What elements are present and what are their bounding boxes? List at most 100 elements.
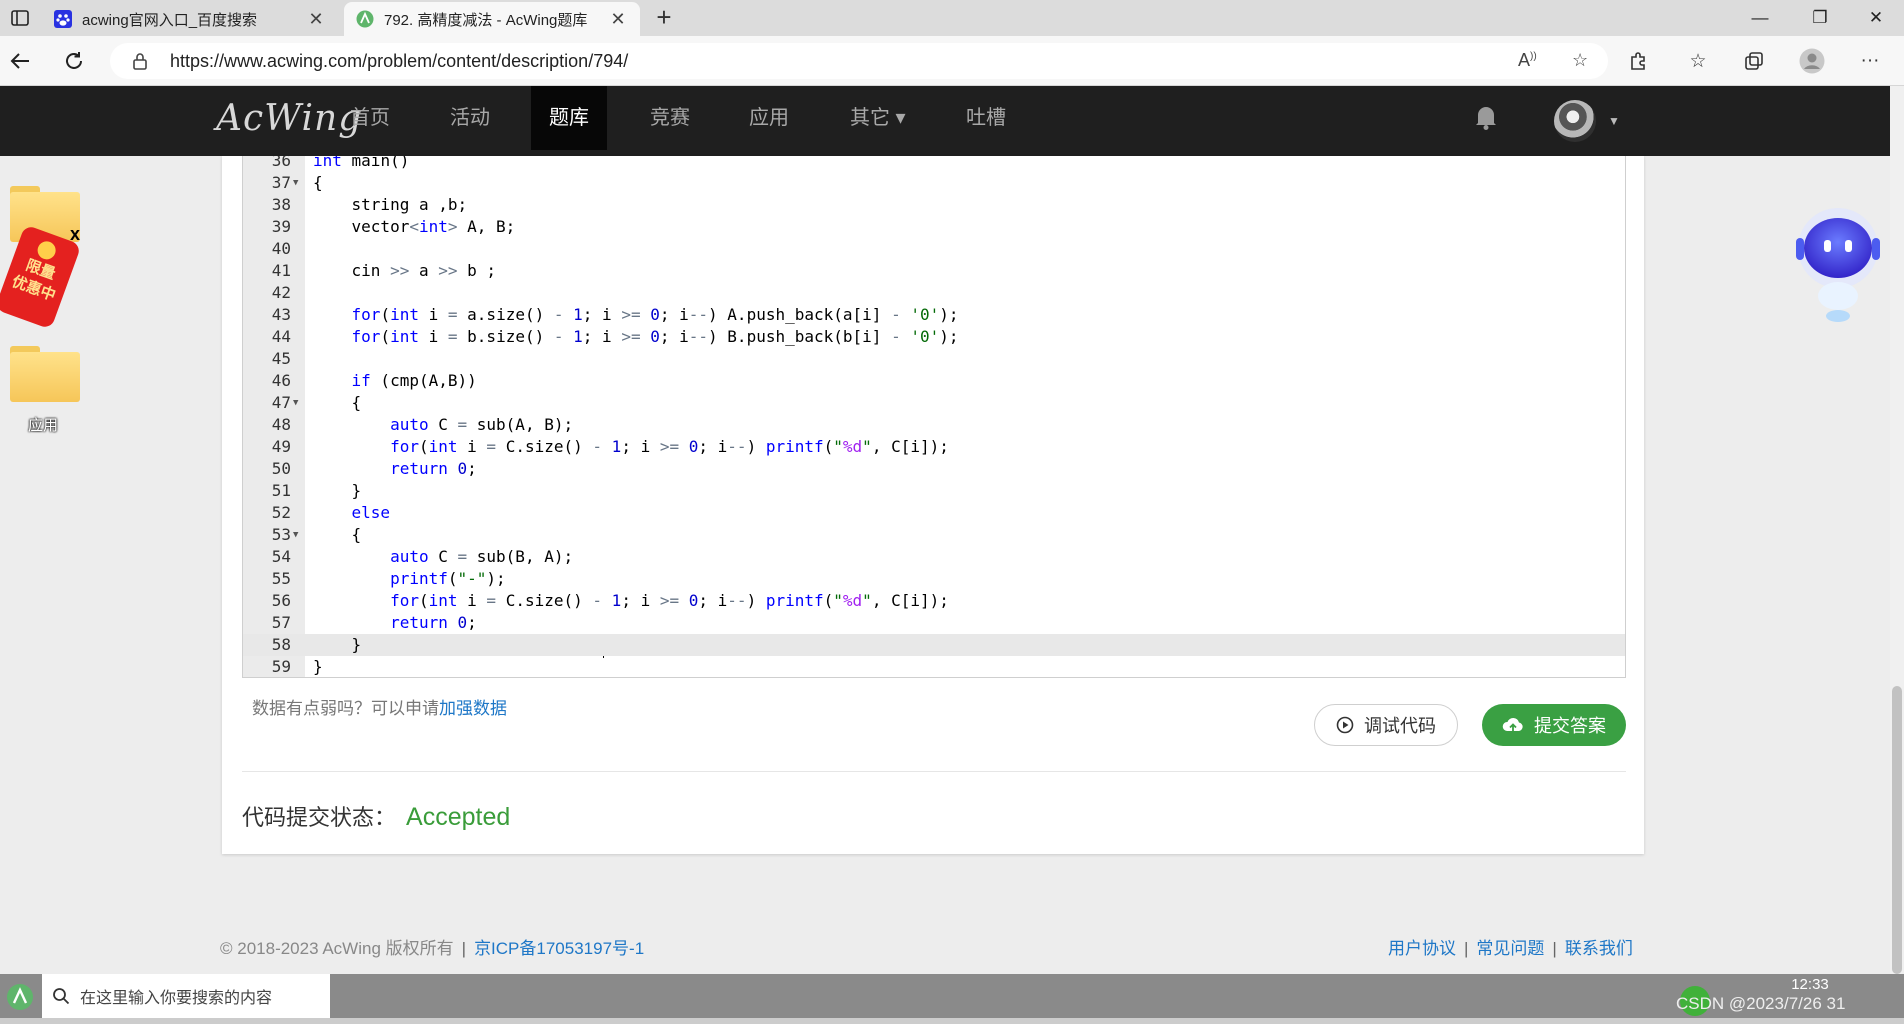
minimize-button[interactable]: —: [1730, 0, 1790, 36]
tab-close-icon[interactable]: ✕: [306, 9, 326, 30]
lock-icon[interactable]: [132, 52, 148, 75]
code-text: for(int i = a.size() - 1; i >= 0; i--) A…: [351, 305, 959, 324]
nav-item-problems[interactable]: 题库: [531, 86, 607, 150]
code-text: auto C = sub(A, B);: [390, 415, 574, 434]
code-line[interactable]: 55 printf("-");: [243, 568, 1625, 590]
nav-item-home[interactable]: 首页: [332, 86, 408, 150]
back-button[interactable]: [4, 46, 36, 76]
code-line[interactable]: 43 for(int i = a.size() - 1; i >= 0; i--…: [243, 304, 1625, 326]
line-number: 59: [271, 657, 291, 676]
add-favorite-icon[interactable]: ☆: [1572, 50, 1588, 71]
code-line[interactable]: 51 }: [243, 480, 1625, 502]
code-line[interactable]: 49 for(int i = C.size() - 1; i >= 0; i--…: [243, 436, 1625, 458]
nav-item-contests[interactable]: 竞赛: [632, 86, 708, 150]
fold-arrow-icon[interactable]: ▼: [293, 172, 298, 194]
code-line[interactable]: 57 return 0;: [243, 612, 1625, 634]
start-button[interactable]: [0, 974, 40, 1020]
taskbar-clock[interactable]: 12:33: [1760, 976, 1860, 993]
line-number: 57: [271, 613, 291, 632]
browser-tab-acwing[interactable]: 792. 高精度减法 - AcWing题库 ✕: [344, 2, 640, 36]
search-icon: [53, 988, 70, 1005]
code-line[interactable]: 52 else: [243, 502, 1625, 524]
back-arrow-icon: [10, 53, 29, 69]
scrollbar-thumb[interactable]: [1892, 686, 1902, 974]
code-line[interactable]: 48 auto C = sub(A, B);: [243, 414, 1625, 436]
code-text: }: [313, 657, 323, 676]
tab-close-icon[interactable]: ✕: [608, 9, 628, 30]
debug-code-button[interactable]: 调试代码: [1314, 704, 1458, 746]
line-number: 53: [271, 525, 291, 544]
taskbar-search-placeholder: 在这里输入你要搜索的内容: [80, 990, 273, 1007]
data-hint: 数据有点弱吗？可以申请加强数据: [252, 694, 507, 719]
code-line[interactable]: 45: [243, 348, 1625, 370]
bottom-strip: [0, 1018, 1904, 1024]
code-text: return 0;: [390, 613, 477, 632]
code-line[interactable]: 56 for(int i = C.size() - 1; i >= 0; i--…: [243, 590, 1625, 612]
user-avatar[interactable]: [1554, 100, 1596, 142]
debug-button-label: 调试代码: [1364, 716, 1436, 736]
code-line[interactable]: 40: [243, 238, 1625, 260]
new-tab-button[interactable]: +: [650, 4, 678, 32]
code-line[interactable]: 47 ▼ {: [243, 392, 1625, 414]
footer-copyright: © 2018-2023 AcWing 版权所有 | 京ICP备17053197号-1: [220, 939, 645, 958]
line-number: 41: [271, 261, 291, 280]
code-text: {: [313, 525, 362, 544]
code-line[interactable]: 36 int main(): [243, 156, 1625, 172]
code-line[interactable]: 42: [243, 282, 1625, 304]
more-menu-icon[interactable]: ···: [1856, 48, 1884, 74]
play-circle-icon: [1336, 716, 1354, 734]
read-aloud-icon[interactable]: A)): [1518, 50, 1537, 71]
submit-button-label: 提交答案: [1534, 716, 1606, 736]
code-text: {: [313, 393, 362, 412]
divider: [242, 771, 1626, 772]
favorites-icon[interactable]: ☆: [1684, 48, 1712, 74]
profile-icon[interactable]: [1798, 48, 1826, 74]
submit-answer-button[interactable]: 提交答案: [1482, 704, 1626, 746]
browser-tab-baidu[interactable]: acwing官网入口_百度搜索 ✕: [42, 2, 338, 36]
taskbar-search[interactable]: 在这里输入你要搜索的内容: [42, 974, 330, 1018]
code-line[interactable]: 41 cin >> a >> b ;: [243, 260, 1625, 282]
refresh-button[interactable]: [58, 46, 90, 76]
restore-button[interactable]: ❐: [1790, 0, 1850, 36]
desktop-folder-icon[interactable]: [10, 346, 80, 402]
strengthen-data-link[interactable]: 加强数据: [439, 699, 507, 718]
nav-item-activities[interactable]: 活动: [432, 86, 508, 150]
nav-item-apps[interactable]: 应用: [731, 86, 807, 150]
robot-assistant-icon[interactable]: [1788, 204, 1888, 344]
collections-icon[interactable]: [1740, 48, 1768, 74]
code-line[interactable]: 59}: [243, 656, 1625, 677]
line-number: 39: [271, 217, 291, 236]
code-line[interactable]: 53 ▼ {: [243, 524, 1625, 546]
caret-down-icon[interactable]: ▼: [1608, 114, 1620, 128]
url-field[interactable]: https://www.acwing.com/problem/content/d…: [110, 43, 1608, 79]
tab-actions-icon[interactable]: [6, 6, 34, 30]
user-agreement-link[interactable]: 用户协议: [1388, 939, 1456, 958]
contact-link[interactable]: 联系我们: [1565, 939, 1633, 958]
code-text: for(int i = C.size() - 1; i >= 0; i--) p…: [390, 591, 949, 610]
fold-arrow-icon[interactable]: ▼: [293, 524, 298, 546]
faq-link[interactable]: 常见问题: [1476, 939, 1544, 958]
code-line[interactable]: 38 string a ,b;: [243, 194, 1625, 216]
line-number: 38: [271, 195, 291, 214]
code-line[interactable]: 50 return 0;: [243, 458, 1625, 480]
code-line[interactable]: 54 auto C = sub(B, A);: [243, 546, 1625, 568]
code-line[interactable]: 44 for(int i = b.size() - 1; i >= 0; i--…: [243, 326, 1625, 348]
fold-arrow-icon[interactable]: ▼: [293, 392, 298, 414]
footer-links: 用户协议 | 常见问题 | 联系我们: [1388, 939, 1633, 958]
promo-close-button[interactable]: x: [70, 224, 80, 245]
site-navbar: AcWing 首页 活动 题库 竞赛 应用 其它 ▾ 吐槽 ▼: [0, 86, 1890, 156]
line-number: 37: [271, 173, 291, 192]
code-line[interactable]: 39 vector<int> A, B;: [243, 216, 1625, 238]
acwing-icon: [7, 984, 33, 1010]
code-line[interactable]: 37 ▼ {: [243, 172, 1625, 194]
bell-icon[interactable]: [1474, 104, 1498, 135]
code-line[interactable]: 58 }: [243, 634, 1625, 656]
extensions-icon[interactable]: [1624, 48, 1652, 74]
close-window-button[interactable]: ✕: [1846, 0, 1904, 36]
nav-item-feedback[interactable]: 吐槽: [948, 86, 1024, 150]
icp-link[interactable]: 京ICP备17053197号-1: [474, 939, 644, 958]
code-editor[interactable]: 36 int main() 37 ▼{38 string a ,b; 39 vector…: [242, 156, 1626, 678]
code-line[interactable]: 46 if (cmp(A,B)): [243, 370, 1625, 392]
code-text: return 0;: [390, 459, 477, 478]
nav-item-others[interactable]: 其它 ▾: [832, 86, 924, 150]
